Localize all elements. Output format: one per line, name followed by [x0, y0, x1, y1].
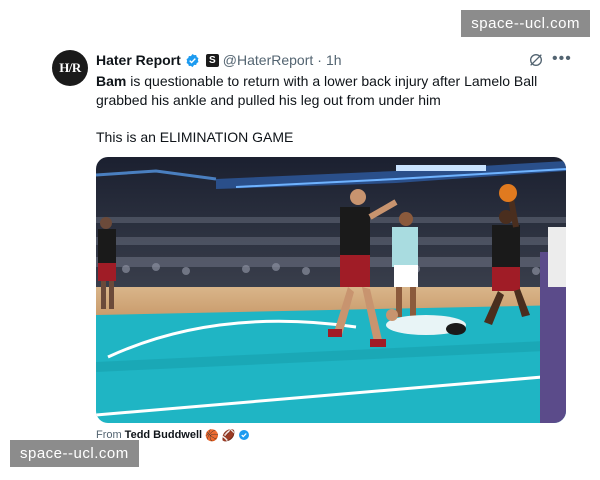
- tweet-media-image[interactable]: [96, 157, 566, 423]
- tweet-card[interactable]: H/R Hater Report S @HaterReport · 1h •••…: [52, 50, 572, 450]
- timestamp[interactable]: 1h: [326, 52, 342, 68]
- avatar-initials: H/R: [59, 60, 81, 75]
- basketball-icon: 🏀: [205, 429, 219, 442]
- watermark-top: space--ucl.com: [461, 10, 590, 37]
- grok-icon[interactable]: [528, 52, 544, 68]
- watermark-bottom: space--ucl.com: [10, 440, 139, 467]
- tweet-text-line2: This is an ELIMINATION GAME: [96, 129, 294, 145]
- handle[interactable]: @HaterReport: [223, 52, 313, 68]
- verified-icon: [186, 53, 199, 67]
- affiliate-badge-icon[interactable]: S: [205, 53, 219, 67]
- avatar[interactable]: H/R: [52, 50, 88, 86]
- football-icon: 🏈: [221, 429, 236, 442]
- separator: ·: [317, 52, 322, 68]
- tweet-header: Hater Report S @HaterReport · 1h: [96, 52, 342, 68]
- tweet-text: Bam is questionable to return with a low…: [96, 72, 566, 110]
- tweet-text-bold: Bam: [96, 73, 127, 89]
- tweet-text-rest: is questionable to return with a lower b…: [96, 73, 538, 108]
- display-name[interactable]: Hater Report: [96, 52, 181, 68]
- more-icon[interactable]: •••: [552, 51, 572, 67]
- verified-icon: [239, 430, 250, 440]
